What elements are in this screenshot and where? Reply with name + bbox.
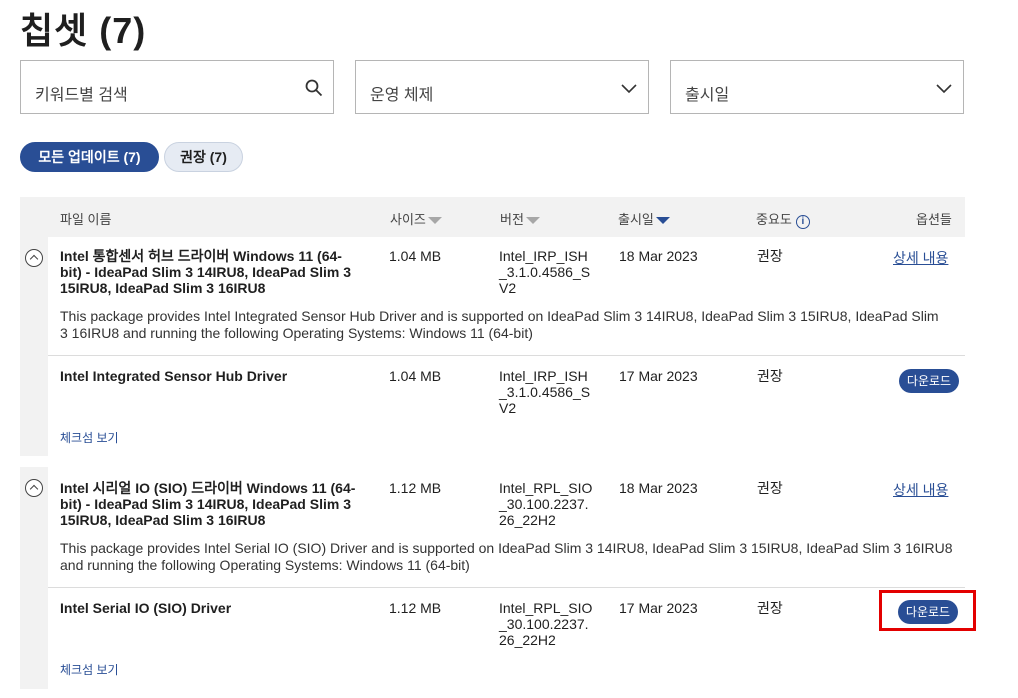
view-checksum-link[interactable]: 체크섬 보기 — [60, 429, 119, 446]
release-date-dropdown-label: 출시일 — [685, 87, 730, 104]
file-version: Intel_IRP_ISH_3.1.0.4586_SV2 — [499, 368, 591, 416]
column-size-label: 사이즈 — [390, 212, 426, 227]
package-name: Intel 통합센서 허브 드라이버 Windows 11 (64-bit) -… — [60, 248, 351, 296]
package-date: 18 Mar 2023 — [619, 248, 698, 264]
sort-icon — [525, 217, 540, 225]
file-date: 17 Mar 2023 — [619, 600, 698, 616]
view-checksum-link[interactable]: 체크섬 보기 — [60, 661, 119, 678]
column-release-date-label: 출시일 — [618, 212, 654, 227]
file-size: 1.12 MB — [389, 600, 442, 616]
details-link[interactable]: 상세 내용 — [893, 248, 948, 268]
column-release-date[interactable]: 출시일 — [618, 209, 670, 228]
details-link[interactable]: 상세 내용 — [893, 480, 948, 500]
column-file-name: 파일 이름 — [60, 212, 112, 227]
table-header: 파일 이름 사이즈 버전 출시일 중요도 i 옵션들 — [20, 197, 965, 237]
info-icon[interactable]: i — [795, 215, 810, 229]
file-date: 17 Mar 2023 — [619, 368, 698, 384]
column-importance: 중요도 i — [756, 209, 810, 229]
column-importance-label: 중요도 — [756, 212, 792, 227]
keyword-search-placeholder: 키워드별 검색 — [35, 87, 128, 104]
package-version: Intel_RPL_SIO_30.100.2237.26_22H2 — [499, 480, 593, 528]
chevron-down-icon — [936, 84, 952, 94]
package-version: Intel_IRP_ISH_3.1.0.4586_SV2 — [499, 248, 591, 296]
file-importance: 권장 — [757, 368, 783, 384]
file-importance: 권장 — [757, 600, 783, 616]
package-importance: 권장 — [757, 248, 783, 264]
package-date: 18 Mar 2023 — [619, 480, 698, 496]
column-version-label: 버전 — [500, 212, 524, 227]
package-name: Intel 시리얼 IO (SIO) 드라이버 Windows 11 (64-b… — [60, 480, 356, 528]
chevron-down-icon — [621, 84, 637, 94]
package-size: 1.04 MB — [389, 248, 442, 264]
sort-icon — [427, 217, 442, 225]
collapse-toggle-icon[interactable] — [25, 479, 43, 497]
collapse-toggle-icon[interactable] — [25, 249, 43, 267]
column-size[interactable]: 사이즈 — [390, 209, 442, 228]
row-divider — [48, 355, 965, 356]
package-description: This package provides Intel Integrated S… — [60, 308, 939, 341]
tab-recommended[interactable]: 권장 (7) — [164, 142, 243, 172]
release-date-dropdown[interactable]: 출시일 — [670, 60, 964, 114]
highlight-box — [879, 590, 976, 631]
file-name: Intel Integrated Sensor Hub Driver — [60, 368, 288, 384]
column-version[interactable]: 버전 — [500, 209, 540, 228]
file-size: 1.04 MB — [389, 368, 442, 384]
page-title: 칩셋 (7) — [20, 10, 147, 51]
row-divider — [48, 587, 965, 588]
column-options: 옵션들 — [916, 212, 952, 227]
keyword-search-input[interactable]: 키워드별 검색 — [20, 60, 334, 114]
file-version: Intel_RPL_SIO_30.100.2237.26_22H2 — [499, 600, 593, 648]
search-icon[interactable] — [305, 79, 323, 97]
download-button[interactable]: 다운로드 — [899, 369, 959, 393]
os-dropdown[interactable]: 운영 체제 — [355, 60, 649, 114]
package-description: This package provides Intel Serial IO (S… — [60, 540, 953, 573]
file-name: Intel Serial IO (SIO) Driver — [60, 600, 232, 616]
sort-desc-icon — [655, 217, 670, 225]
package-importance: 권장 — [757, 480, 783, 496]
package-size: 1.12 MB — [389, 480, 442, 496]
tab-all-updates[interactable]: 모든 업데이트 (7) — [20, 142, 159, 172]
os-dropdown-label: 운영 체제 — [370, 87, 434, 104]
